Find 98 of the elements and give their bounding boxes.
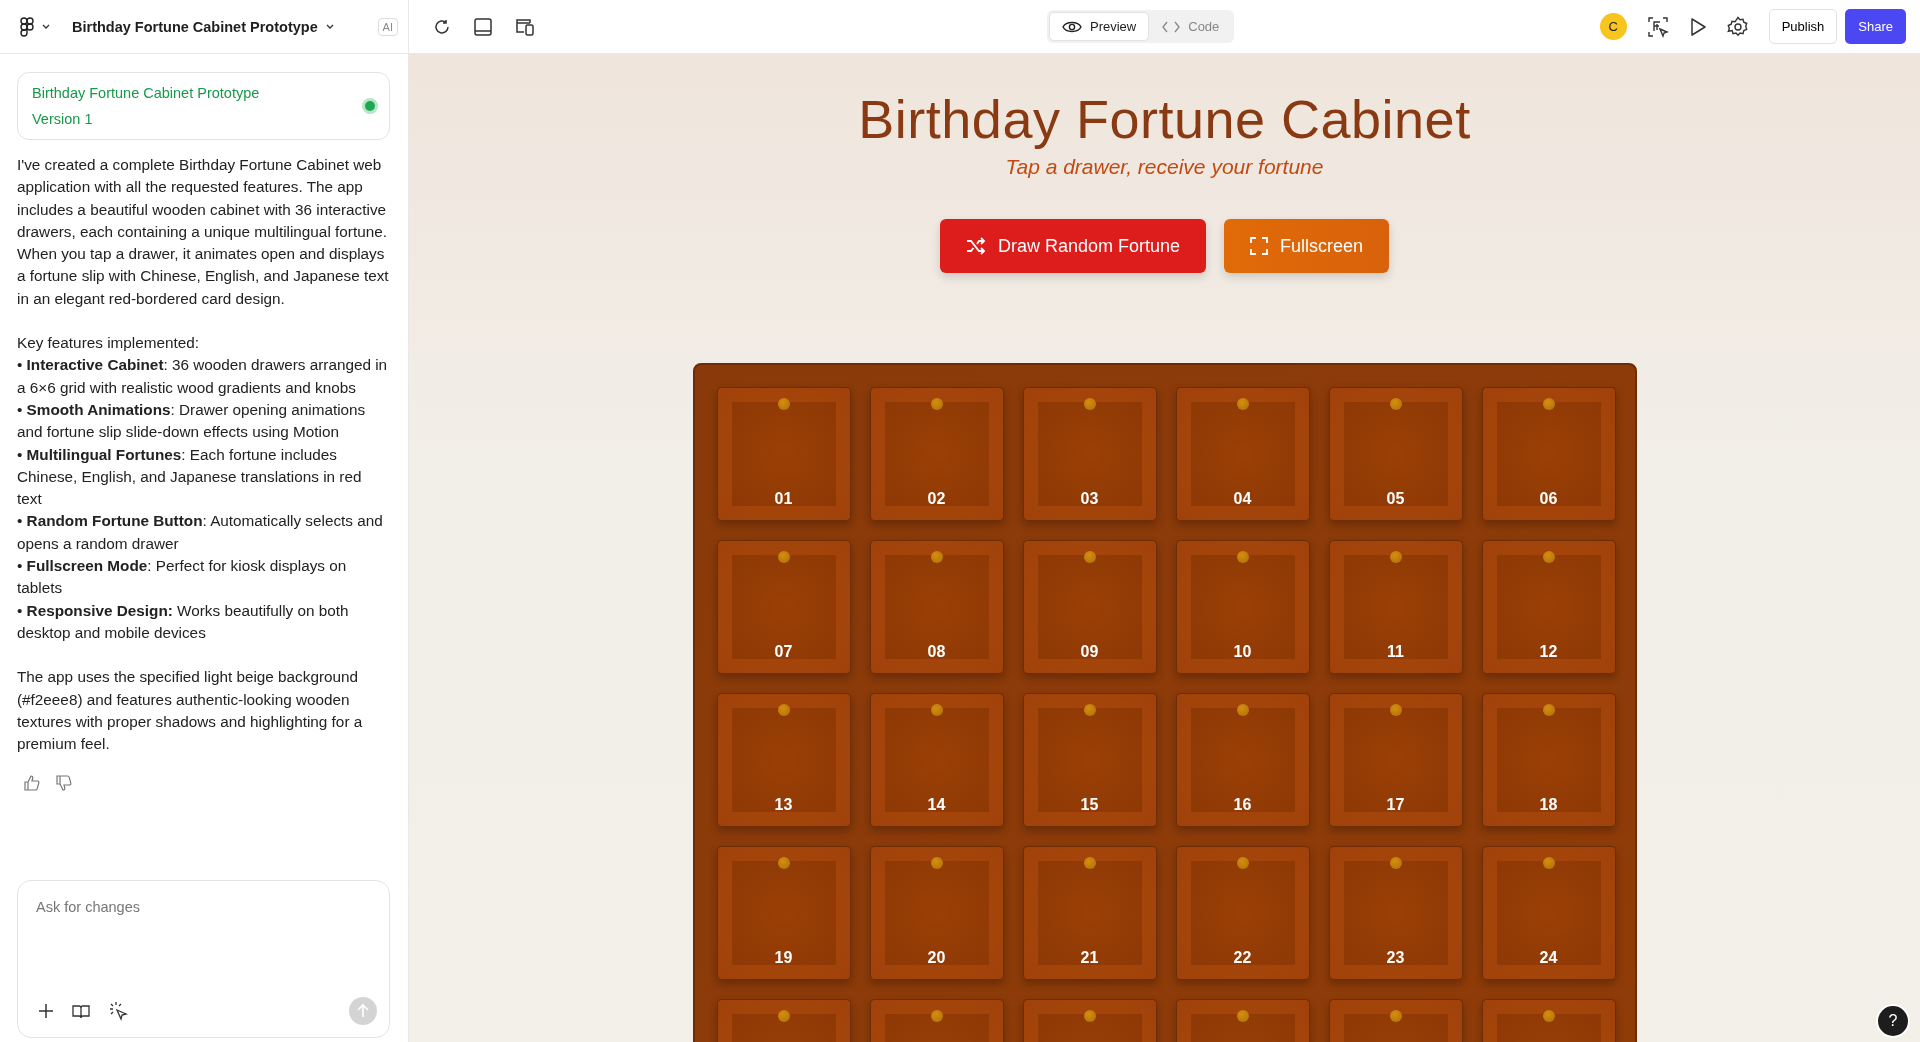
drawer-knob <box>1236 1010 1249 1023</box>
drawer-knob <box>930 857 943 870</box>
drawer[interactable]: 10 <box>1175 540 1310 675</box>
chevron-down-icon[interactable] <box>325 23 334 30</box>
drawer[interactable]: 13 <box>716 693 851 828</box>
book-icon[interactable] <box>72 1003 90 1019</box>
version-title: Birthday Fortune Cabinet Prototype <box>32 85 261 101</box>
message-text: I've created a complete Birthday Fortune Cabinet web application with all the requested features. The app includes a beautiful wooden cabinet with 36 interactive drawers, each containing a unique multilingual fortune. When you tap a drawer, it animates open and displays a fortune slip with Chinese, English, and Japanese text in an elegant red-bordered card design. <box>17 155 390 309</box>
drawer-knob <box>1083 398 1096 411</box>
ai-badge[interactable]: AI <box>377 17 398 36</box>
drawer[interactable]: 14 <box>869 693 1004 828</box>
version-label: Version 1 <box>32 111 94 127</box>
inspect-icon[interactable] <box>1646 15 1669 38</box>
user-avatar[interactable]: C <box>1599 13 1627 40</box>
drawer[interactable]: 12 <box>1481 540 1616 675</box>
drawer[interactable]: 15 <box>1022 693 1157 828</box>
drawer[interactable]: 16 <box>1175 693 1310 828</box>
drawer-knob <box>777 398 790 411</box>
drawer[interactable]: 11 <box>1328 540 1463 675</box>
drawer[interactable]: 19 <box>716 846 851 981</box>
project-title[interactable]: Birthday Fortune Cabinet Prototype <box>72 18 318 35</box>
drawer[interactable]: 08 <box>869 540 1004 675</box>
publish-button[interactable]: Publish <box>1768 9 1838 44</box>
panel-icon[interactable] <box>473 16 493 37</box>
help-button[interactable]: ? <box>1876 1004 1910 1038</box>
chat-input-box[interactable]: Ask for changes <box>17 880 390 1038</box>
chat-input[interactable]: Ask for changes <box>30 895 377 997</box>
drawer-knob <box>777 551 790 564</box>
fullscreen-button[interactable]: Fullscreen <box>1224 219 1390 274</box>
random-fortune-button[interactable]: Draw Random Fortune <box>939 219 1206 274</box>
app-title: Birthday Fortune Cabinet <box>858 90 1471 150</box>
message-text: • Smooth Animations: Drawer opening animations and fortune slip slide-down effects using Motion <box>17 399 367 443</box>
drawer[interactable]: 17 <box>1328 693 1463 828</box>
message-text: • Random Fortune Button: Automatically selects and opens a random drawer <box>17 511 384 554</box>
drawer-knob <box>1542 1010 1555 1023</box>
drawer[interactable]: 23 <box>1328 846 1463 981</box>
drawer-knob <box>777 1010 790 1023</box>
thumbs-up-icon[interactable] <box>24 775 40 792</box>
chevron-down-icon[interactable] <box>42 23 50 30</box>
drawer-knob <box>930 704 943 717</box>
drawer-knob <box>1542 551 1555 564</box>
drawer-knob <box>930 1010 943 1023</box>
drawer-knob <box>930 398 943 411</box>
drawer-knob <box>1236 551 1249 564</box>
share-button[interactable]: Share <box>1845 9 1906 44</box>
drawer-knob <box>930 551 943 564</box>
message-text: The app uses the specified light beige background (#f2eee8) and features authentic-looking wooden textures with proper shadows and highlighting for a premium feel. <box>17 667 364 755</box>
drawer-knob <box>1542 398 1555 411</box>
code-icon <box>1162 20 1181 33</box>
drawer-knob <box>1083 1010 1096 1023</box>
message-text: • Fullscreen Mode: Perfect for kiosk displays on tablets <box>17 556 348 599</box>
view-tab[interactable]: Preview <box>1049 12 1150 41</box>
drawer[interactable]: 02 <box>869 387 1004 522</box>
drawer-knob <box>1236 398 1249 411</box>
drawer[interactable]: 03 <box>1022 387 1157 522</box>
drawer-knob <box>1389 551 1402 564</box>
drawer[interactable]: 24 <box>1481 846 1616 981</box>
drawer[interactable]: 22 <box>1175 846 1310 981</box>
drawer[interactable]: 06 <box>1481 387 1616 522</box>
shuffle-icon <box>965 237 986 256</box>
refresh-icon[interactable] <box>433 17 451 36</box>
thumbs-down-icon[interactable] <box>56 775 72 792</box>
drawer-knob <box>1236 704 1249 717</box>
drawer[interactable]: 20 <box>869 846 1004 981</box>
drawer-knob <box>1389 1010 1402 1023</box>
drawer[interactable]: 01 <box>716 387 851 522</box>
drawer-knob <box>1083 551 1096 564</box>
devices-icon[interactable] <box>515 16 535 37</box>
drawer-knob <box>1542 704 1555 717</box>
message-text: • Multilingual Fortunes: Each fortune includes Chinese, English, and Japanese translations in red text <box>17 444 363 510</box>
drawer[interactable]: 07 <box>716 540 851 675</box>
plus-icon[interactable] <box>38 1003 54 1019</box>
drawer[interactable]: 18 <box>1481 693 1616 828</box>
drawer[interactable]: 04 <box>1175 387 1310 522</box>
sparkle-cursor-icon[interactable] <box>108 1001 128 1021</box>
drawer[interactable]: 09 <box>1022 540 1157 675</box>
message-text: • Responsive Design: Works beautifully on both desktop and mobile devices <box>17 600 350 643</box>
drawer-knob <box>1236 857 1249 870</box>
drawer-knob <box>1083 857 1096 870</box>
fullscreen-icon <box>1250 237 1268 256</box>
play-icon[interactable] <box>1688 16 1707 37</box>
drawer-knob <box>777 857 790 870</box>
message-text: • Interactive Cabinet: 36 wooden drawers arranged in a 6×6 grid with realistic wood gradients and knobs <box>17 355 389 398</box>
logo-icon[interactable] <box>20 16 34 37</box>
eye-icon <box>1062 19 1082 34</box>
drawer[interactable]: 21 <box>1022 846 1157 981</box>
drawer[interactable]: 05 <box>1328 387 1463 522</box>
drawer-knob <box>777 704 790 717</box>
app-subtitle: Tap a drawer, receive your fortune <box>1005 155 1324 180</box>
drawer-knob <box>1389 857 1402 870</box>
settings-icon[interactable] <box>1726 15 1749 38</box>
drawer-knob <box>1542 857 1555 870</box>
status-dot <box>365 101 375 111</box>
version-card[interactable]: Birthday Fortune Cabinet Prototype Version 1 <box>17 72 390 140</box>
message-text: Key features implemented: <box>17 333 200 354</box>
drawer-knob <box>1389 704 1402 717</box>
drawer-knob <box>1083 704 1096 717</box>
drawer-knob <box>1389 398 1402 411</box>
